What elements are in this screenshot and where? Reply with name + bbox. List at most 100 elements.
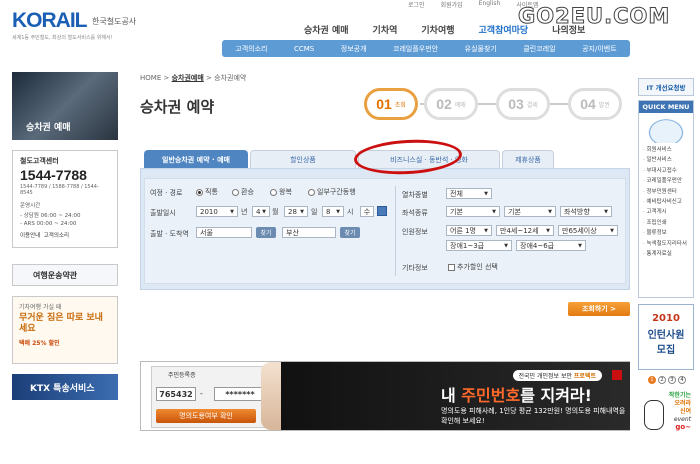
tab-partner[interactable]: 제휴상품 — [502, 150, 554, 168]
subnav-notice[interactable]: 공지/이벤트 — [582, 44, 617, 54]
radio-round[interactable] — [270, 188, 277, 196]
subnav-fair[interactable]: 코레일플우펀안 — [393, 44, 438, 54]
nav-myinfo[interactable]: 나의정보 — [540, 23, 597, 36]
chevron-down-icon: ▼ — [604, 208, 608, 215]
to-station-input[interactable]: 부산 — [282, 227, 336, 238]
korail-logo[interactable]: KORAIL 한국철도공사 세계1등 주민철도, 최상의 철도서비스를 위해서! — [12, 10, 142, 50]
pager-4[interactable]: 4 — [678, 376, 686, 384]
nav-ticket[interactable]: 승차권 예매 — [292, 23, 361, 36]
nav-customer[interactable]: 고객참여마당 — [467, 23, 541, 36]
subnav-info[interactable]: 정보공개 — [341, 44, 367, 54]
util-join[interactable]: 회원가입 — [441, 0, 463, 9]
to-find-button[interactable]: 찾기 — [340, 227, 360, 238]
logo-name: 한국철도공사 — [92, 17, 137, 26]
notice-b: 프로텍트 — [573, 373, 596, 380]
trip-partial[interactable]: 일부구간동행 — [308, 187, 356, 197]
crumb-home[interactable]: HOME — [140, 74, 161, 82]
quick-item[interactable]: 부대사고접수 — [639, 166, 693, 176]
chevron-down-icon: ▼ — [300, 208, 304, 215]
quick-item[interactable]: 일반서비스 — [639, 155, 693, 165]
nav-travel[interactable]: 기차여행 — [409, 23, 466, 36]
voice-link[interactable]: 고객의소리 — [44, 233, 69, 239]
child-select[interactable]: 만4세~12세 ▼ — [496, 225, 554, 236]
intern-recruit-banner[interactable]: 2010 인턴사원 모집 — [638, 304, 694, 370]
chevron-down-icon: ▼ — [548, 208, 552, 215]
step-1-num: 01 — [376, 96, 392, 112]
crumb-parent[interactable]: 승차권예매 — [172, 74, 204, 82]
subnav-ccms[interactable]: CCMS — [294, 45, 314, 53]
from-find-button[interactable]: 찾기 — [256, 227, 276, 238]
parcel-banner[interactable]: 기차여행 가실 때 무거운 짐은 따로 보내세요 택배 25% 할인 — [12, 296, 118, 364]
from-station-input[interactable]: 서울 — [196, 227, 252, 238]
util-english[interactable]: English — [479, 0, 501, 9]
subnav-clean[interactable]: 클린코레일 — [523, 44, 555, 54]
radio-transfer[interactable] — [232, 188, 239, 196]
quick-item[interactable]: 정부민원센터 — [639, 187, 693, 197]
step-3-label: 결제 — [526, 101, 538, 109]
search-button[interactable]: 조회하기 > — [568, 302, 630, 316]
terms-banner[interactable]: 여행운송약관 — [12, 264, 118, 286]
tab-general[interactable]: 일반승차권 예약 · 예매 — [144, 150, 248, 168]
quick-menu-title: QUICK MENU — [639, 101, 693, 113]
quick-item[interactable]: 회원서비스 — [639, 145, 693, 155]
tab-discount[interactable]: 할인상품 — [250, 150, 356, 168]
pager-2[interactable]: 2 — [658, 376, 666, 384]
seat-type-select[interactable]: 기본 ▼ — [504, 206, 556, 217]
hours-agent: - 상담원 06:00 ~ 24:00 — [20, 213, 81, 219]
adult-select[interactable]: 어른 1명 ▼ — [446, 225, 492, 236]
disabled-4-6-select[interactable]: 장애4~6급 ▼ — [516, 240, 586, 251]
step-4-label: 발권 — [598, 101, 610, 109]
senior-select[interactable]: 만65세이상 ▼ — [558, 225, 618, 236]
event-banner[interactable]: 착한기는 오려라 신여 event go~ — [638, 392, 694, 450]
quick-item[interactable]: 조립인쇄 — [639, 218, 693, 228]
train-type-select[interactable]: 전체 ▼ — [446, 188, 492, 199]
radio-direct[interactable] — [196, 188, 203, 196]
ktx-banner[interactable]: KTX 특송서비스 — [12, 374, 118, 400]
hour-select[interactable]: 8 ▼ — [322, 206, 344, 217]
sub-nav: 고객의소리 CCMS 정보공개 코레일플우펀안 유실물찾기 클린코레일 공지/이… — [222, 40, 630, 57]
extra-discount[interactable]: 추가할인 선택 — [448, 262, 498, 272]
util-login[interactable]: 로그인 — [408, 0, 425, 9]
disabled-1-3-select[interactable]: 장애1~3급 ▼ — [446, 240, 512, 251]
hours-label: 운영시간 — [20, 203, 41, 209]
guide-link[interactable]: 이용안내 — [20, 233, 40, 239]
nav-station[interactable]: 기차역 — [361, 23, 410, 36]
subnav-voice[interactable]: 고객의소리 — [235, 44, 267, 54]
it-request-banner[interactable]: IT 개선요청방 — [638, 78, 694, 96]
subnav-lost[interactable]: 유실물찾기 — [465, 44, 497, 54]
radio-partial[interactable] — [308, 188, 315, 196]
quick-item[interactable]: 물류정보 — [639, 228, 693, 238]
quick-item[interactable]: 예비탑사비신고 — [639, 197, 693, 207]
id-protection-banner[interactable]: 주민등록증 765432 - ******* 명의도용여부 확인 전국민 개인정… — [140, 361, 630, 431]
quick-item[interactable]: 코레일플우펀안 — [639, 176, 693, 186]
recruit-line2: 모집 — [656, 345, 676, 356]
trip-direct[interactable]: 직통 — [196, 187, 218, 197]
quick-item[interactable]: 통계자료실 — [639, 249, 693, 259]
pager-1[interactable]: 1 — [648, 376, 656, 384]
passenger-label: 인원정보 — [402, 228, 428, 236]
day-select[interactable]: 28 ▼ — [284, 206, 308, 217]
pager-3[interactable]: 3 — [668, 376, 676, 384]
banner-pager: 1 2 3 4 — [648, 376, 686, 384]
identity-check-button[interactable]: 명의도용여부 확인 — [156, 409, 256, 423]
seat-class-select[interactable]: 기본 ▼ — [446, 206, 500, 217]
trip-transfer[interactable]: 환승 — [232, 187, 254, 197]
quick-item[interactable]: 녹색철도지리타서 — [639, 239, 693, 249]
adult-value: 어른 1명 — [450, 226, 476, 235]
quick-item[interactable]: 고객게시 — [639, 207, 693, 217]
call-title: 철도고객센터 — [20, 157, 59, 165]
seat-direction-select[interactable]: 좌석방향 ▼ — [560, 206, 612, 217]
chevron-down-icon: ▼ — [546, 227, 550, 234]
seat-label: 좌석종류 — [402, 209, 428, 217]
date-label: 출발일시 — [150, 209, 176, 217]
extra-discount-checkbox[interactable] — [448, 263, 455, 271]
ticket-banner-label: 승차권 예매 — [26, 123, 71, 133]
form-divider — [395, 186, 396, 276]
month-select[interactable]: 4 ▼ — [252, 206, 270, 217]
logo-slogan: 세계1등 주민철도, 최상의 철도서비스를 위해서! — [12, 35, 113, 41]
year-select[interactable]: 2010 ▼ — [196, 206, 238, 217]
calendar-icon[interactable] — [377, 206, 387, 216]
step-4: 04 발권 — [568, 88, 622, 120]
trip-round[interactable]: 왕복 — [270, 187, 292, 197]
chevron-down-icon: ▼ — [504, 242, 508, 249]
